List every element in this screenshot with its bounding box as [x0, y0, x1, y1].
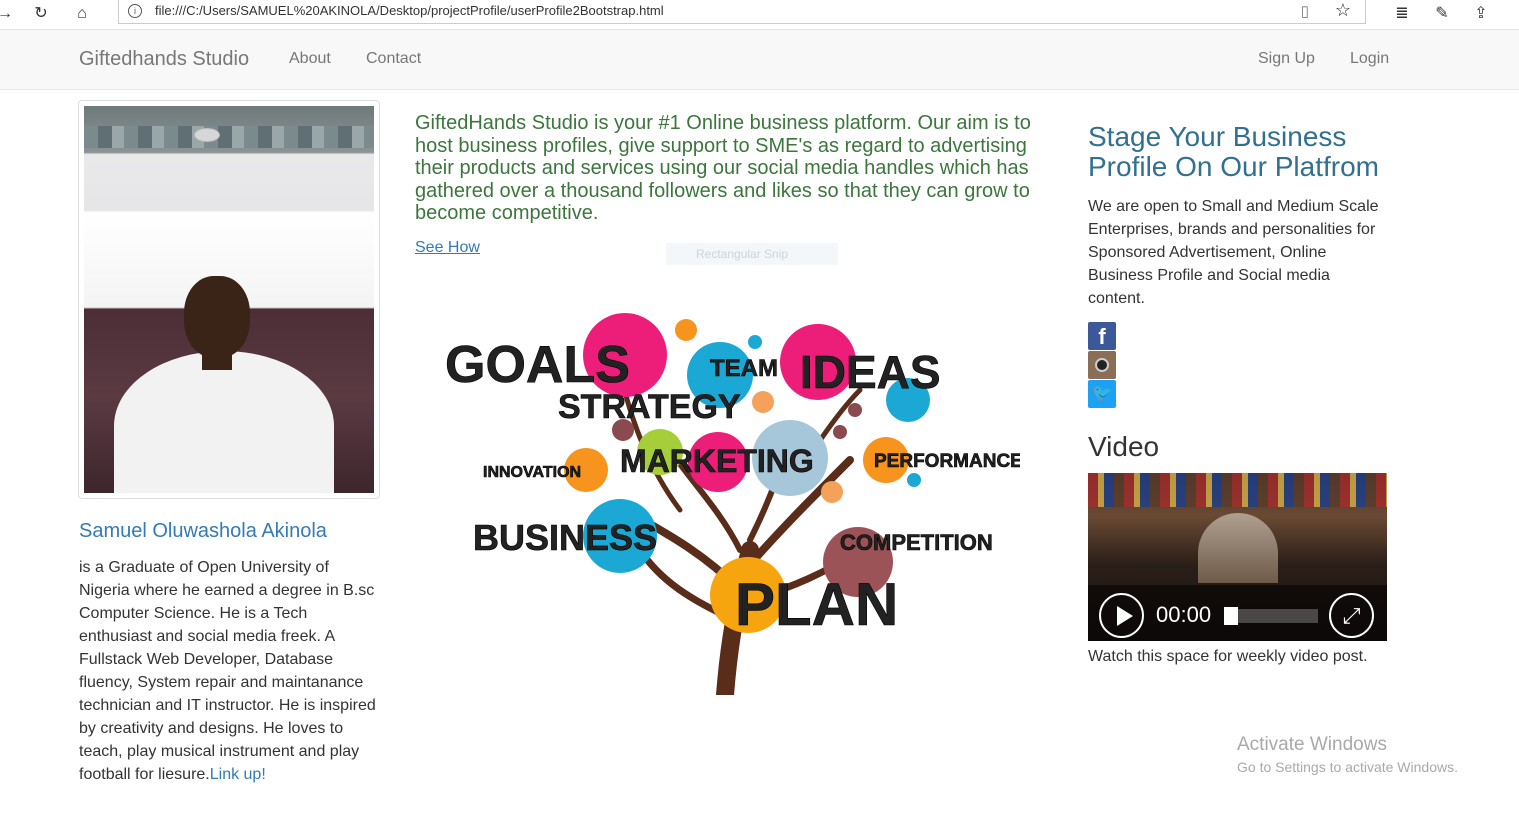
- video-player[interactable]: 00:00 ⤢: [1088, 473, 1387, 641]
- profile-name: Samuel Oluwashola Akinola: [79, 520, 327, 542]
- favorite-star-icon[interactable]: ☆: [1335, 0, 1351, 21]
- instagram-icon[interactable]: [1088, 351, 1116, 379]
- profile-photo-frame: [78, 100, 380, 499]
- nav-contact[interactable]: Contact: [366, 50, 421, 68]
- tree-word-competition: COMPETITION: [840, 530, 993, 555]
- play-button-icon[interactable]: [1099, 593, 1144, 638]
- see-how-link[interactable]: See How: [415, 239, 480, 257]
- profile-bio: is a Graduate of Open University of Nige…: [79, 559, 376, 783]
- intro-text: GiftedHands Studio is your #1 Online bus…: [415, 112, 1031, 225]
- pen-icon[interactable]: ✎: [1431, 3, 1453, 25]
- address-bar[interactable]: i file:///C:/Users/SAMUEL%20AKINOLA/Desk…: [118, 0, 1366, 24]
- video-caption: Watch this space for weekly video post.: [1088, 648, 1368, 665]
- stage-heading: Stage Your Business Profile On Our Platf…: [1088, 121, 1379, 182]
- favorites-hub-icon[interactable]: ≣: [1391, 3, 1413, 25]
- browser-chrome: → ↻ ⌂ i file:///C:/Users/SAMUEL%20AKINOL…: [0, 0, 1519, 30]
- tree-word-ideas: IDEAS: [800, 346, 941, 398]
- facebook-icon[interactable]: f: [1088, 322, 1116, 350]
- tree-word-goals: GOALS: [445, 336, 630, 394]
- nav-about[interactable]: About: [289, 50, 331, 68]
- tree-word-innovation: INNOVATION: [483, 464, 581, 481]
- profile-photo: [84, 106, 374, 493]
- tree-word-marketing: MARKETING: [620, 443, 814, 479]
- info-icon[interactable]: i: [128, 4, 142, 18]
- video-time: 00:00: [1156, 602, 1212, 627]
- nav-sign-up[interactable]: Sign Up: [1258, 50, 1315, 68]
- site-navbar: Giftedhands Studio About Contact Sign Up…: [0, 30, 1519, 90]
- nav-login[interactable]: Login: [1350, 50, 1389, 68]
- home-icon[interactable]: ⌂: [71, 3, 93, 25]
- tree-word-plan: PLAN: [735, 571, 898, 638]
- stage-text: We are open to Small and Medium Scale En…: [1088, 198, 1379, 307]
- video-seek-bar[interactable]: [1224, 607, 1318, 625]
- tree-word-performance: PERFORMANCE: [874, 451, 1020, 472]
- video-controls: 00:00 ⤢: [1088, 585, 1387, 641]
- reading-view-icon[interactable]: ▯: [1301, 2, 1309, 20]
- activate-windows-subtitle: Go to Settings to activate Windows.: [1237, 759, 1458, 775]
- twitter-icon[interactable]: 🐦: [1088, 380, 1116, 408]
- video-heading: Video: [1088, 431, 1160, 462]
- tree-word-strategy: STRATEGY: [558, 388, 741, 426]
- link-up-link[interactable]: Link up!: [210, 766, 266, 783]
- forward-icon[interactable]: →: [0, 3, 16, 25]
- refresh-icon[interactable]: ↻: [30, 3, 52, 25]
- share-icon[interactable]: ⇪: [1470, 3, 1492, 25]
- snip-overlay: Rectangular Snip: [666, 243, 838, 265]
- business-tree-illustration: GOALS TEAM IDEAS STRATEGY INNOVATION MAR…: [445, 313, 1020, 695]
- seek-knob[interactable]: [1224, 607, 1238, 625]
- tree-word-business: BUSINESS: [473, 517, 657, 558]
- brand-link[interactable]: Giftedhands Studio: [79, 48, 249, 71]
- activate-windows-title: Activate Windows: [1237, 734, 1387, 755]
- tree-word-team: TEAM: [710, 355, 778, 382]
- address-url[interactable]: file:///C:/Users/SAMUEL%20AKINOLA/Deskto…: [155, 3, 664, 18]
- fullscreen-icon[interactable]: ⤢: [1329, 593, 1374, 638]
